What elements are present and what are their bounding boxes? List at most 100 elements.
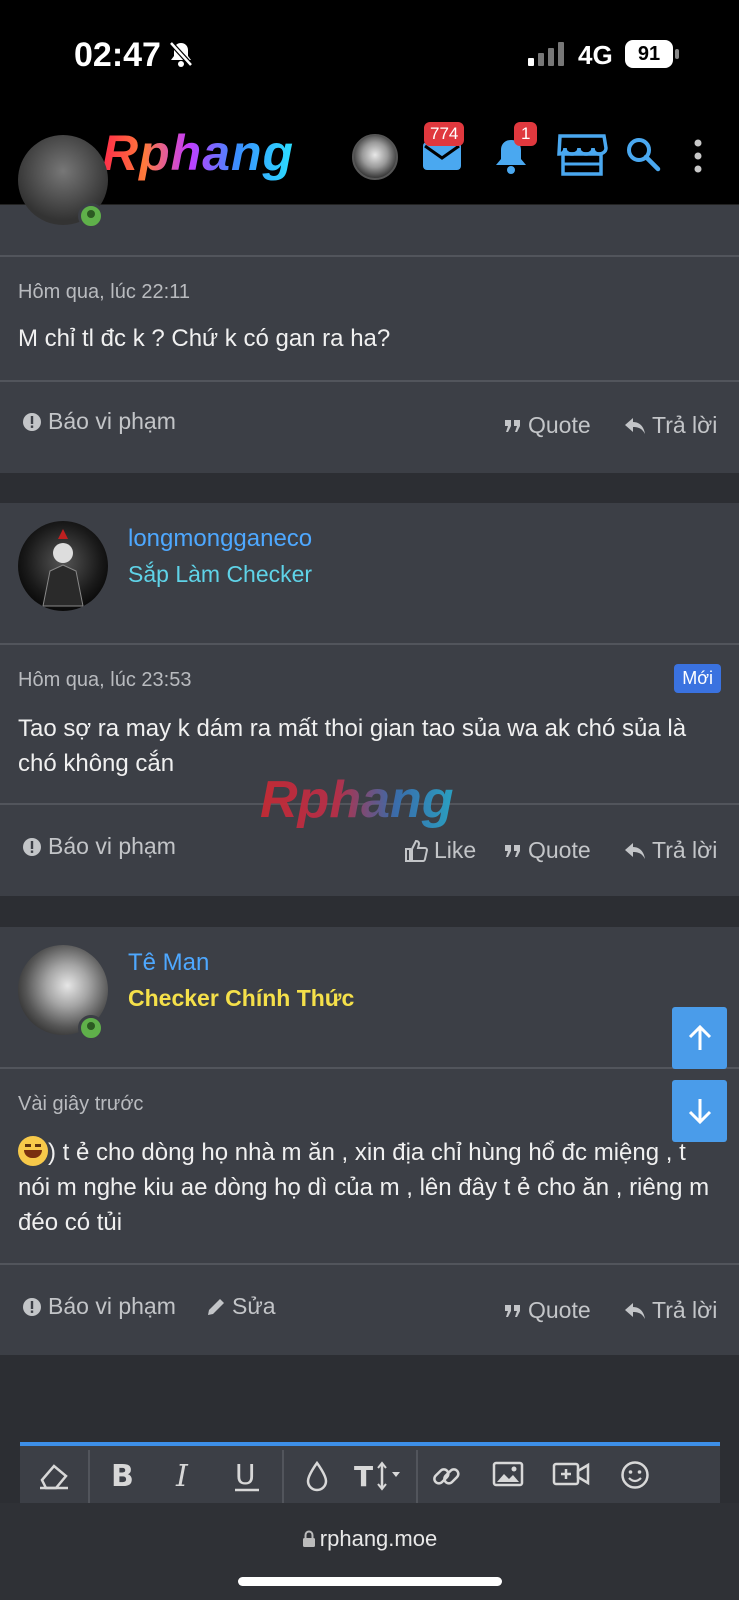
reply-button[interactable]: Trả lời xyxy=(624,837,717,864)
warning-icon xyxy=(23,1297,41,1316)
post-longmongganeco: longmongganeco Sắp Làm Checker Hôm qua, … xyxy=(0,503,739,896)
font-size-icon[interactable]: T xyxy=(354,1460,406,1492)
divider xyxy=(0,643,739,645)
online-status-icon xyxy=(78,1015,104,1041)
post-actions: Báo vi phạm Quote Trả lời xyxy=(0,408,739,448)
reply-editor-toolbar: B I U T xyxy=(20,1442,720,1506)
battery-tip xyxy=(675,49,679,59)
scroll-to-top-button[interactable] xyxy=(672,1007,727,1069)
notification-count-badge: 1 xyxy=(514,122,538,146)
toolbar-separator xyxy=(88,1450,90,1506)
post-timestamp[interactable]: Hôm qua, lúc 22:11 xyxy=(18,281,190,304)
post-content: M chỉ tl đc k ? Chứ k có gan ra ha? xyxy=(18,325,391,352)
image-icon[interactable] xyxy=(492,1460,524,1488)
reply-label: Trả lời xyxy=(652,837,718,863)
site-logo[interactable]: Rphang xyxy=(102,124,294,182)
reply-icon xyxy=(625,417,645,434)
laughing-emoji-icon xyxy=(18,1136,48,1166)
reply-icon xyxy=(625,1302,645,1319)
svg-text:U: U xyxy=(235,1460,256,1491)
lock-icon xyxy=(302,1530,315,1547)
home-indicator[interactable] xyxy=(238,1577,502,1586)
divider xyxy=(0,380,739,382)
report-button[interactable]: Báo vi phạm xyxy=(22,408,176,435)
browser-bottom-bar: rphang.moe xyxy=(0,1503,739,1600)
new-post-badge: Mới xyxy=(674,664,721,693)
underline-icon[interactable]: U xyxy=(232,1460,262,1492)
warning-icon xyxy=(23,412,41,431)
report-button[interactable]: Báo vi phạm xyxy=(22,833,176,860)
divider xyxy=(0,255,739,257)
text-color-icon[interactable] xyxy=(304,1460,330,1492)
reply-label: Trả lời xyxy=(652,412,718,438)
edit-label: Sửa xyxy=(232,1293,276,1319)
scroll-to-bottom-button[interactable] xyxy=(672,1080,727,1142)
more-options-icon[interactable] xyxy=(692,138,704,174)
bold-icon[interactable]: B xyxy=(108,1460,136,1490)
divider xyxy=(0,1263,739,1265)
avatar-figure xyxy=(42,529,84,607)
divider xyxy=(0,1067,739,1069)
bell-muted-icon xyxy=(169,41,193,67)
post-te-man: Tê Man Checker Chính Thức Vài giây trước… xyxy=(0,927,739,1355)
quote-icon xyxy=(505,419,520,432)
quote-label: Quote xyxy=(528,1297,591,1323)
report-label: Báo vi phạm xyxy=(48,1293,176,1319)
mail-count-badge: 774 xyxy=(424,122,465,146)
reply-button[interactable]: Trả lời xyxy=(624,1297,717,1324)
quote-icon xyxy=(505,1304,520,1317)
reply-button[interactable]: Trả lời xyxy=(624,412,717,439)
quote-button[interactable]: Quote xyxy=(504,412,591,439)
quote-icon xyxy=(505,844,520,857)
emoji-icon[interactable] xyxy=(620,1460,650,1490)
quote-button[interactable]: Quote xyxy=(504,1297,591,1324)
quote-label: Quote xyxy=(528,412,591,438)
warning-icon xyxy=(23,837,41,856)
report-label: Báo vi phạm xyxy=(48,408,176,434)
status-bar: 02:47 4G 91 xyxy=(0,0,739,110)
status-time: 02:47 xyxy=(74,36,161,74)
user-title: Checker Chính Thức xyxy=(128,985,355,1011)
pencil-icon xyxy=(208,1298,224,1315)
post-text: ) t ẻ cho dòng họ nhà m ăn , xin địa chỉ… xyxy=(18,1139,710,1236)
app-header: Rphang 774 1 xyxy=(0,110,739,205)
username-link[interactable]: Tê Man xyxy=(128,949,209,977)
post-actions: Báo vi phạm Like Quote Trả lời xyxy=(0,833,739,873)
like-button[interactable]: Like xyxy=(404,837,476,864)
quote-label: Quote xyxy=(528,837,591,863)
report-label: Báo vi phạm xyxy=(48,833,176,859)
url-bar[interactable]: rphang.moe xyxy=(0,1526,739,1552)
account-avatar[interactable] xyxy=(352,134,398,180)
italic-icon[interactable]: I xyxy=(172,1460,200,1490)
url-text: rphang.moe xyxy=(319,1526,438,1551)
edit-button[interactable]: Sửa xyxy=(206,1293,276,1320)
quote-button[interactable]: Quote xyxy=(504,837,591,864)
report-button[interactable]: Báo vi phạm xyxy=(22,1293,176,1320)
link-icon[interactable] xyxy=(430,1460,462,1492)
battery-level: 91 xyxy=(625,40,673,68)
toolbar-separator xyxy=(416,1450,418,1506)
post-previous: Hôm qua, lúc 22:11 M chỉ tl đc k ? Chứ k… xyxy=(0,135,739,473)
video-icon[interactable] xyxy=(552,1460,590,1488)
user-title: Sắp Làm Checker xyxy=(128,561,313,587)
post-content: ) t ẻ cho dòng họ nhà m ăn , xin địa chỉ… xyxy=(18,1135,718,1240)
reply-icon xyxy=(625,842,645,859)
cell-signal-icon xyxy=(528,42,564,66)
svg-text:T: T xyxy=(354,1460,373,1492)
online-status-icon xyxy=(78,203,104,229)
watermark-logo: Rphang xyxy=(260,771,454,829)
store-icon[interactable] xyxy=(556,132,608,178)
reply-label: Trả lời xyxy=(652,1297,718,1323)
user-avatar[interactable] xyxy=(18,521,108,611)
svg-text:B: B xyxy=(111,1460,134,1490)
post-timestamp[interactable]: Hôm qua, lúc 23:53 xyxy=(18,669,191,692)
thumbs-up-icon xyxy=(405,839,428,862)
network-type: 4G xyxy=(578,40,613,70)
post-actions: Báo vi phạm Sửa Quote Trả lời xyxy=(0,1293,739,1333)
eraser-icon[interactable] xyxy=(38,1460,70,1490)
search-icon[interactable] xyxy=(625,136,661,172)
arrow-down-icon xyxy=(688,1099,711,1125)
username-link[interactable]: longmongganeco xyxy=(128,525,312,553)
toolbar-separator xyxy=(282,1450,284,1506)
post-timestamp[interactable]: Vài giây trước xyxy=(18,1093,143,1116)
